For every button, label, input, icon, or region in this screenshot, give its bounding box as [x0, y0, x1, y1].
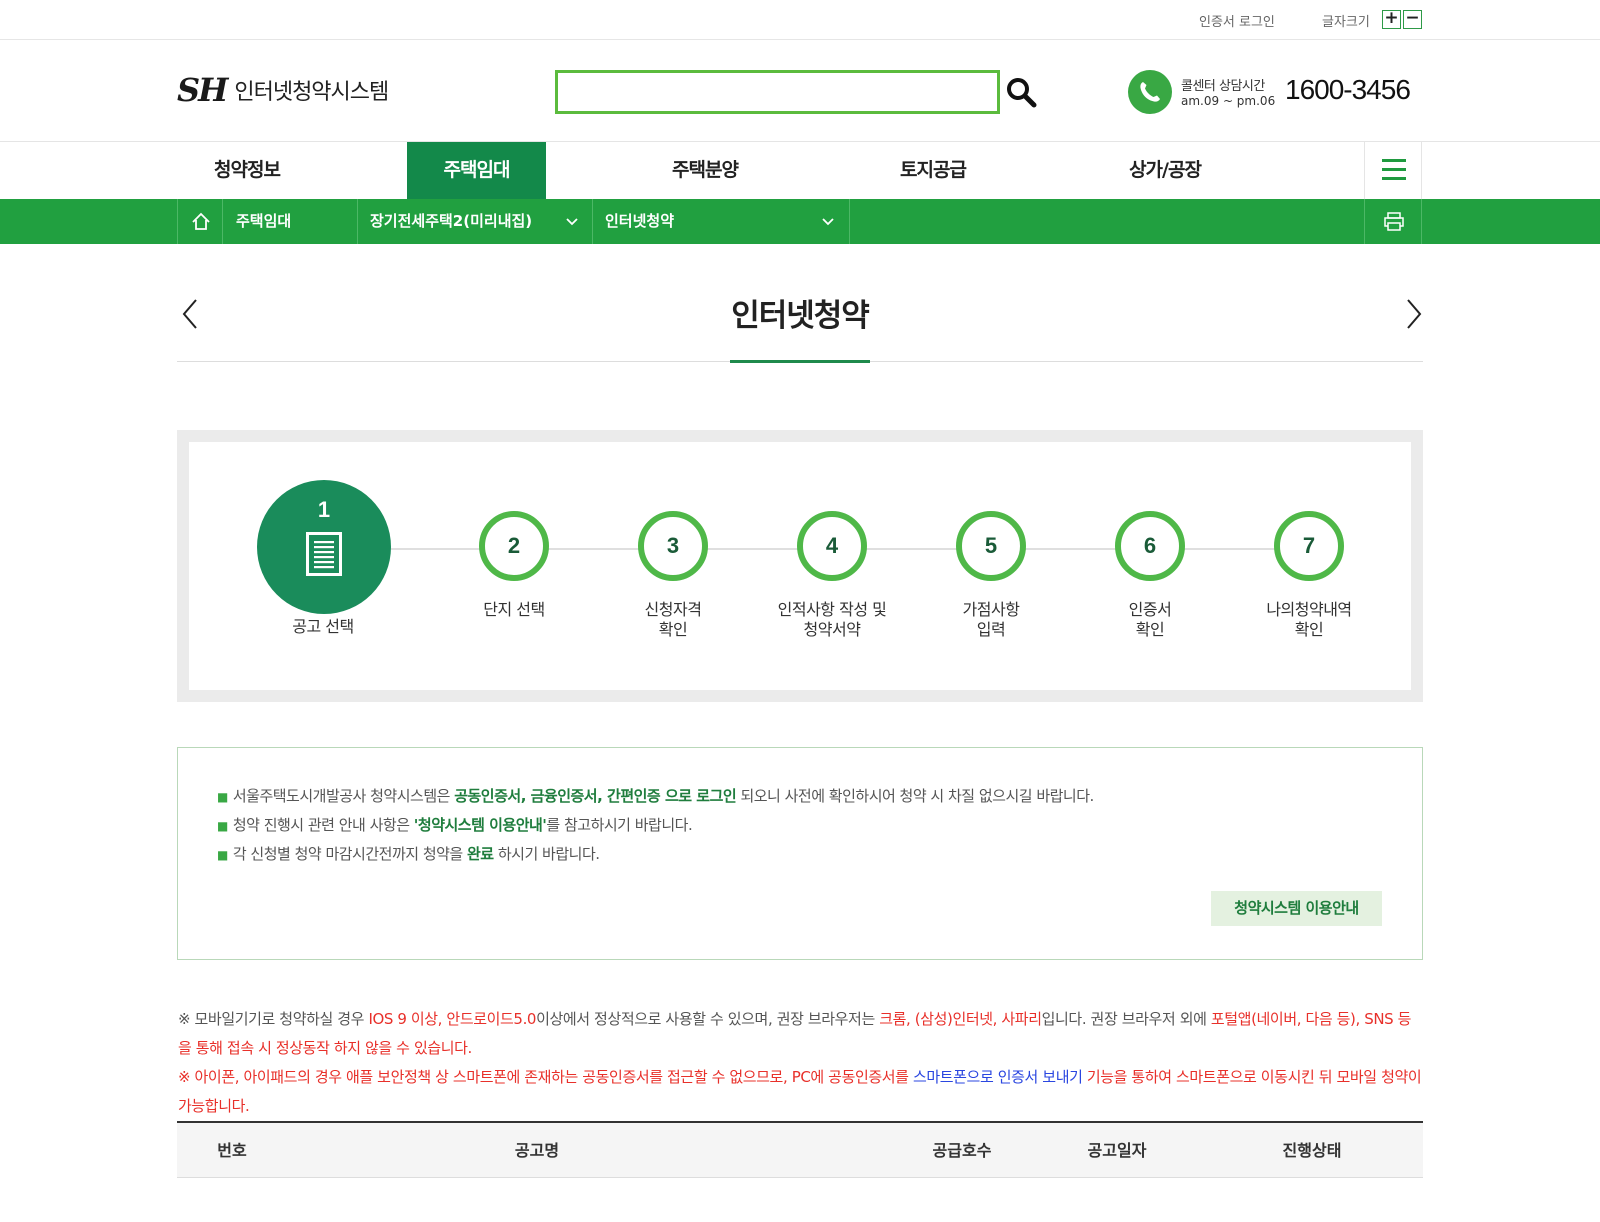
- mobile-note-2: ※ 아이폰, 아이패드의 경우 애플 보안정책 상 스마트폰에 존재하는 공동인…: [178, 1068, 1422, 1115]
- hamburger-menu-icon: [1382, 159, 1406, 180]
- page-title: 인터넷청약: [731, 298, 870, 334]
- callcenter-hours: am.09 ~ pm.06: [1181, 94, 1276, 108]
- site-logo[interactable]: SH 인터넷청약시스템: [177, 71, 389, 109]
- notice-line-3: ■ 각 신청별 청약 마감시간전까지 청약을 완료 하시기 바랍니다.: [217, 845, 600, 863]
- col-header-announce-date: 공고일자: [1087, 1141, 1147, 1160]
- step-5-label: 가점사항 입력: [962, 600, 1020, 639]
- step-2-label: 단지 선택: [483, 600, 545, 619]
- col-header-supply-units: 공급호수: [932, 1141, 992, 1160]
- search-input[interactable]: [558, 73, 997, 111]
- step-2-circle: 2: [479, 511, 549, 581]
- breadcrumb-depth3-label: 인터넷청약: [605, 212, 675, 230]
- step-4-label: 인적사항 작성 및 청약서약: [777, 600, 887, 639]
- mobile-note-1: ※ 모바일기기로 청약하실 경우 IOS 9 이상, 안드로이드5.0이상에서 …: [178, 1010, 1412, 1057]
- col-header-status: 진행상태: [1282, 1141, 1342, 1160]
- search-icon: [1007, 78, 1037, 108]
- title-accent-bar: [730, 360, 870, 363]
- breadcrumb-depth3-dropdown[interactable]: 인터넷청약: [593, 199, 850, 244]
- step-4-circle: 4: [797, 511, 867, 581]
- phone-icon: [1128, 70, 1172, 114]
- home-button[interactable]: [177, 199, 223, 244]
- sh-logo-mark: SH: [177, 71, 228, 109]
- gnb-item-subscription-info[interactable]: 청약정보: [177, 142, 317, 199]
- search-button[interactable]: [1003, 74, 1039, 110]
- step-3-label: 신청자격 확인: [644, 600, 702, 639]
- step-5-circle: 5: [956, 511, 1026, 581]
- callcenter-label: 콜센터 상담시간: [1181, 79, 1265, 94]
- gnb-item-commercial-factory[interactable]: 상가/공장: [1095, 142, 1235, 199]
- document-icon: [306, 532, 342, 576]
- certificate-login-link[interactable]: 인증서 로그인: [1199, 11, 1275, 30]
- font-decrease-button[interactable]: −: [1403, 10, 1422, 29]
- step-1-number: 1: [317, 497, 331, 522]
- print-button[interactable]: [1364, 199, 1422, 244]
- step-6-label: 인증서 확인: [1128, 600, 1172, 639]
- search-box: [555, 70, 1000, 114]
- usage-guide-button[interactable]: 청약시스템 이용안내: [1211, 891, 1382, 926]
- breadcrumb-depth2-label: 장기전세주택2(미리내집): [370, 212, 533, 230]
- print-icon: [1384, 212, 1404, 231]
- chevron-right-icon: [1407, 299, 1422, 329]
- all-menu-button[interactable]: [1364, 142, 1422, 199]
- next-page-button[interactable]: [1400, 296, 1430, 332]
- location-bar: 주택임대 장기전세주택2(미리내집) 인터넷청약: [0, 199, 1600, 244]
- step-7-circle: 7: [1274, 511, 1344, 581]
- font-size-label: 글자크기: [1322, 15, 1370, 30]
- chevron-down-icon: [566, 218, 578, 226]
- breadcrumb-depth2-dropdown[interactable]: 장기전세주택2(미리내집): [358, 199, 593, 244]
- chevron-down-icon: [822, 218, 834, 226]
- callcenter-number: 1600-3456: [1285, 74, 1411, 105]
- step-1-label: 공고 선택: [292, 617, 354, 636]
- main-navigation: 청약정보 주택임대 주택분양 토지공급 상가/공장: [0, 141, 1600, 199]
- gnb-item-housing-rental[interactable]: 주택임대: [407, 142, 546, 199]
- gnb-item-housing-sale[interactable]: 주택분양: [635, 142, 775, 199]
- step-3-circle: 3: [638, 511, 708, 581]
- step-6-circle: 6: [1115, 511, 1185, 581]
- font-increase-button[interactable]: +: [1382, 10, 1401, 29]
- notice-line-2: ■ 청약 진행시 관련 안내 사항은 '청약시스템 이용안내'를 참고하시기 바랍…: [217, 816, 693, 834]
- utility-bar: 인증서 로그인 글자크기 + −: [0, 0, 1600, 40]
- home-icon: [192, 212, 210, 230]
- col-header-number: 번호: [217, 1141, 247, 1160]
- breadcrumb-depth1[interactable]: 주택임대: [223, 199, 358, 244]
- step-7-label: 나의청약내역 확인: [1266, 600, 1352, 639]
- notice-line-1: ■ 서울주택도시개발공사 청약시스템은 공동인증서, 금융인증서, 간편인증 으로…: [217, 787, 1094, 805]
- announcement-table-header: 번호 공고명 공급호수 공고일자 진행상태: [177, 1121, 1423, 1178]
- gnb-item-land-supply[interactable]: 토지공급: [863, 142, 1003, 199]
- col-header-title: 공고명: [514, 1141, 560, 1160]
- logo-text: 인터넷청약시스템: [234, 80, 389, 105]
